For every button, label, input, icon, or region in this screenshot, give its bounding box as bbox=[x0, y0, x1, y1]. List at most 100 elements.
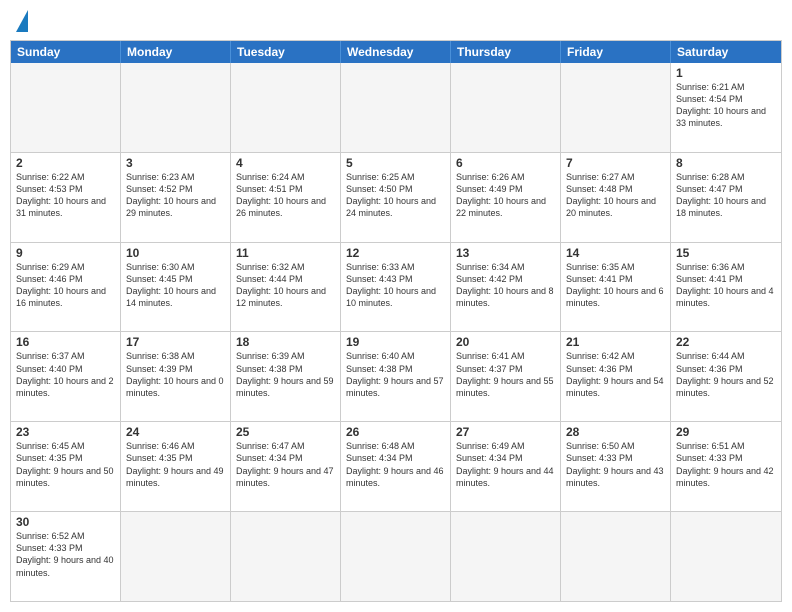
day-info: Sunrise: 6:22 AM Sunset: 4:53 PM Dayligh… bbox=[16, 171, 115, 220]
day-number: 22 bbox=[676, 335, 776, 349]
day-info: Sunrise: 6:25 AM Sunset: 4:50 PM Dayligh… bbox=[346, 171, 445, 220]
day-cell: 25Sunrise: 6:47 AM Sunset: 4:34 PM Dayli… bbox=[231, 422, 341, 511]
day-info: Sunrise: 6:45 AM Sunset: 4:35 PM Dayligh… bbox=[16, 440, 115, 489]
day-number: 10 bbox=[126, 246, 225, 260]
day-cell bbox=[11, 63, 121, 152]
day-cell: 6Sunrise: 6:26 AM Sunset: 4:49 PM Daylig… bbox=[451, 153, 561, 242]
day-header-tuesday: Tuesday bbox=[231, 41, 341, 63]
day-info: Sunrise: 6:32 AM Sunset: 4:44 PM Dayligh… bbox=[236, 261, 335, 310]
day-number: 13 bbox=[456, 246, 555, 260]
day-info: Sunrise: 6:34 AM Sunset: 4:42 PM Dayligh… bbox=[456, 261, 555, 310]
day-number: 8 bbox=[676, 156, 776, 170]
day-number: 27 bbox=[456, 425, 555, 439]
day-number: 21 bbox=[566, 335, 665, 349]
day-info: Sunrise: 6:50 AM Sunset: 4:33 PM Dayligh… bbox=[566, 440, 665, 489]
day-number: 4 bbox=[236, 156, 335, 170]
day-cell: 18Sunrise: 6:39 AM Sunset: 4:38 PM Dayli… bbox=[231, 332, 341, 421]
day-cell: 27Sunrise: 6:49 AM Sunset: 4:34 PM Dayli… bbox=[451, 422, 561, 511]
logo-triangle-icon bbox=[16, 10, 28, 32]
day-info: Sunrise: 6:23 AM Sunset: 4:52 PM Dayligh… bbox=[126, 171, 225, 220]
day-number: 25 bbox=[236, 425, 335, 439]
day-cell: 8Sunrise: 6:28 AM Sunset: 4:47 PM Daylig… bbox=[671, 153, 781, 242]
day-number: 14 bbox=[566, 246, 665, 260]
day-cell bbox=[561, 63, 671, 152]
header bbox=[10, 10, 782, 32]
day-cell bbox=[231, 512, 341, 601]
day-number: 12 bbox=[346, 246, 445, 260]
day-cell bbox=[121, 512, 231, 601]
day-cell: 30Sunrise: 6:52 AM Sunset: 4:33 PM Dayli… bbox=[11, 512, 121, 601]
day-number: 24 bbox=[126, 425, 225, 439]
day-cell: 20Sunrise: 6:41 AM Sunset: 4:37 PM Dayli… bbox=[451, 332, 561, 421]
day-number: 6 bbox=[456, 156, 555, 170]
day-cell: 11Sunrise: 6:32 AM Sunset: 4:44 PM Dayli… bbox=[231, 243, 341, 332]
page: SundayMondayTuesdayWednesdayThursdayFrid… bbox=[0, 0, 792, 612]
week-row-4: 23Sunrise: 6:45 AM Sunset: 4:35 PM Dayli… bbox=[11, 421, 781, 511]
day-header-wednesday: Wednesday bbox=[341, 41, 451, 63]
day-cell: 29Sunrise: 6:51 AM Sunset: 4:33 PM Dayli… bbox=[671, 422, 781, 511]
day-info: Sunrise: 6:52 AM Sunset: 4:33 PM Dayligh… bbox=[16, 530, 115, 579]
day-info: Sunrise: 6:29 AM Sunset: 4:46 PM Dayligh… bbox=[16, 261, 115, 310]
day-number: 30 bbox=[16, 515, 115, 529]
day-info: Sunrise: 6:51 AM Sunset: 4:33 PM Dayligh… bbox=[676, 440, 776, 489]
day-number: 15 bbox=[676, 246, 776, 260]
day-number: 19 bbox=[346, 335, 445, 349]
day-cell: 7Sunrise: 6:27 AM Sunset: 4:48 PM Daylig… bbox=[561, 153, 671, 242]
day-info: Sunrise: 6:44 AM Sunset: 4:36 PM Dayligh… bbox=[676, 350, 776, 399]
day-cell: 15Sunrise: 6:36 AM Sunset: 4:41 PM Dayli… bbox=[671, 243, 781, 332]
day-info: Sunrise: 6:35 AM Sunset: 4:41 PM Dayligh… bbox=[566, 261, 665, 310]
day-info: Sunrise: 6:38 AM Sunset: 4:39 PM Dayligh… bbox=[126, 350, 225, 399]
day-cell: 13Sunrise: 6:34 AM Sunset: 4:42 PM Dayli… bbox=[451, 243, 561, 332]
day-header-friday: Friday bbox=[561, 41, 671, 63]
day-cell bbox=[561, 512, 671, 601]
day-info: Sunrise: 6:37 AM Sunset: 4:40 PM Dayligh… bbox=[16, 350, 115, 399]
day-number: 28 bbox=[566, 425, 665, 439]
day-cell bbox=[231, 63, 341, 152]
day-number: 11 bbox=[236, 246, 335, 260]
day-info: Sunrise: 6:41 AM Sunset: 4:37 PM Dayligh… bbox=[456, 350, 555, 399]
day-number: 7 bbox=[566, 156, 665, 170]
day-info: Sunrise: 6:24 AM Sunset: 4:51 PM Dayligh… bbox=[236, 171, 335, 220]
day-cell bbox=[451, 63, 561, 152]
day-cell bbox=[121, 63, 231, 152]
day-cell: 28Sunrise: 6:50 AM Sunset: 4:33 PM Dayli… bbox=[561, 422, 671, 511]
day-info: Sunrise: 6:30 AM Sunset: 4:45 PM Dayligh… bbox=[126, 261, 225, 310]
day-info: Sunrise: 6:49 AM Sunset: 4:34 PM Dayligh… bbox=[456, 440, 555, 489]
day-number: 9 bbox=[16, 246, 115, 260]
day-cell: 17Sunrise: 6:38 AM Sunset: 4:39 PM Dayli… bbox=[121, 332, 231, 421]
day-number: 16 bbox=[16, 335, 115, 349]
day-cell: 24Sunrise: 6:46 AM Sunset: 4:35 PM Dayli… bbox=[121, 422, 231, 511]
day-info: Sunrise: 6:47 AM Sunset: 4:34 PM Dayligh… bbox=[236, 440, 335, 489]
day-cell: 3Sunrise: 6:23 AM Sunset: 4:52 PM Daylig… bbox=[121, 153, 231, 242]
day-number: 5 bbox=[346, 156, 445, 170]
day-info: Sunrise: 6:42 AM Sunset: 4:36 PM Dayligh… bbox=[566, 350, 665, 399]
day-cell: 2Sunrise: 6:22 AM Sunset: 4:53 PM Daylig… bbox=[11, 153, 121, 242]
day-cell bbox=[341, 63, 451, 152]
day-cell bbox=[671, 512, 781, 601]
day-headers-row: SundayMondayTuesdayWednesdayThursdayFrid… bbox=[11, 41, 781, 63]
day-cell: 22Sunrise: 6:44 AM Sunset: 4:36 PM Dayli… bbox=[671, 332, 781, 421]
weeks-container: 1Sunrise: 6:21 AM Sunset: 4:54 PM Daylig… bbox=[11, 63, 781, 601]
day-cell: 4Sunrise: 6:24 AM Sunset: 4:51 PM Daylig… bbox=[231, 153, 341, 242]
day-info: Sunrise: 6:46 AM Sunset: 4:35 PM Dayligh… bbox=[126, 440, 225, 489]
day-cell: 10Sunrise: 6:30 AM Sunset: 4:45 PM Dayli… bbox=[121, 243, 231, 332]
calendar: SundayMondayTuesdayWednesdayThursdayFrid… bbox=[10, 40, 782, 602]
week-row-3: 16Sunrise: 6:37 AM Sunset: 4:40 PM Dayli… bbox=[11, 331, 781, 421]
day-cell bbox=[451, 512, 561, 601]
week-row-2: 9Sunrise: 6:29 AM Sunset: 4:46 PM Daylig… bbox=[11, 242, 781, 332]
day-number: 17 bbox=[126, 335, 225, 349]
day-header-saturday: Saturday bbox=[671, 41, 781, 63]
day-cell: 21Sunrise: 6:42 AM Sunset: 4:36 PM Dayli… bbox=[561, 332, 671, 421]
day-cell: 5Sunrise: 6:25 AM Sunset: 4:50 PM Daylig… bbox=[341, 153, 451, 242]
day-cell: 19Sunrise: 6:40 AM Sunset: 4:38 PM Dayli… bbox=[341, 332, 451, 421]
day-info: Sunrise: 6:21 AM Sunset: 4:54 PM Dayligh… bbox=[676, 81, 776, 130]
day-header-monday: Monday bbox=[121, 41, 231, 63]
day-info: Sunrise: 6:27 AM Sunset: 4:48 PM Dayligh… bbox=[566, 171, 665, 220]
day-info: Sunrise: 6:33 AM Sunset: 4:43 PM Dayligh… bbox=[346, 261, 445, 310]
day-number: 3 bbox=[126, 156, 225, 170]
day-header-thursday: Thursday bbox=[451, 41, 561, 63]
day-header-sunday: Sunday bbox=[11, 41, 121, 63]
day-info: Sunrise: 6:28 AM Sunset: 4:47 PM Dayligh… bbox=[676, 171, 776, 220]
day-info: Sunrise: 6:39 AM Sunset: 4:38 PM Dayligh… bbox=[236, 350, 335, 399]
day-cell: 23Sunrise: 6:45 AM Sunset: 4:35 PM Dayli… bbox=[11, 422, 121, 511]
